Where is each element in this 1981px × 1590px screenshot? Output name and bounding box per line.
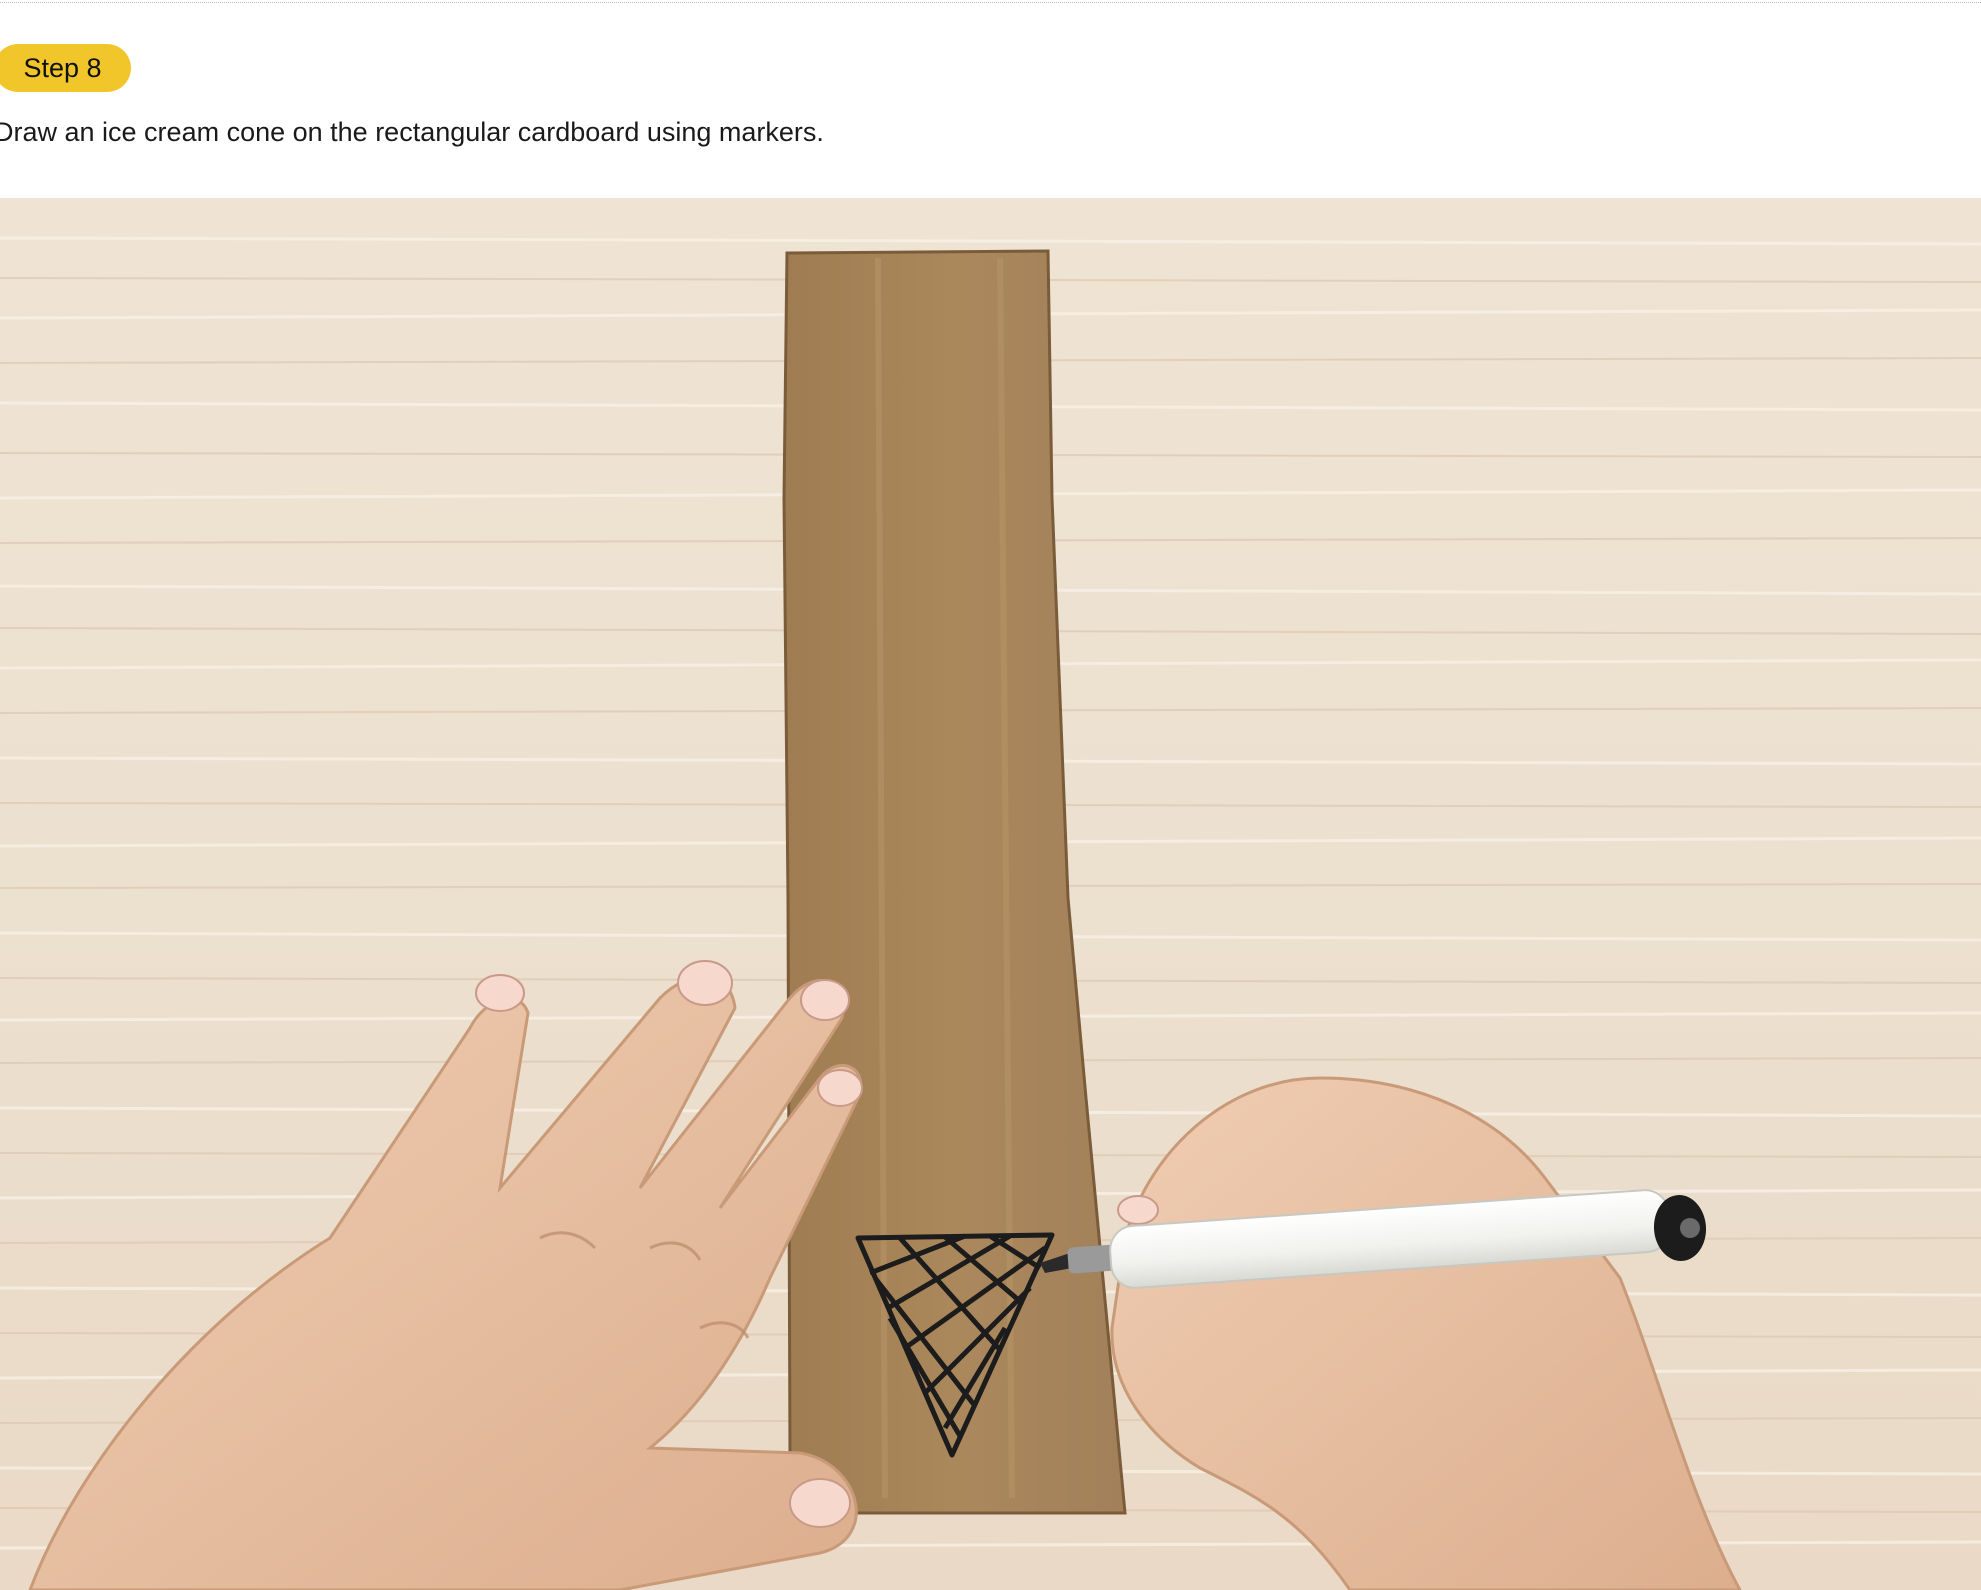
step-photo bbox=[0, 198, 1981, 1590]
step-instruction: Draw an ice cream cone on the rectangula… bbox=[0, 117, 824, 147]
step-badge: Step 8 bbox=[0, 44, 131, 92]
top-divider bbox=[0, 2, 1981, 3]
hands-drawing-cone-photo-icon bbox=[0, 198, 1981, 1590]
